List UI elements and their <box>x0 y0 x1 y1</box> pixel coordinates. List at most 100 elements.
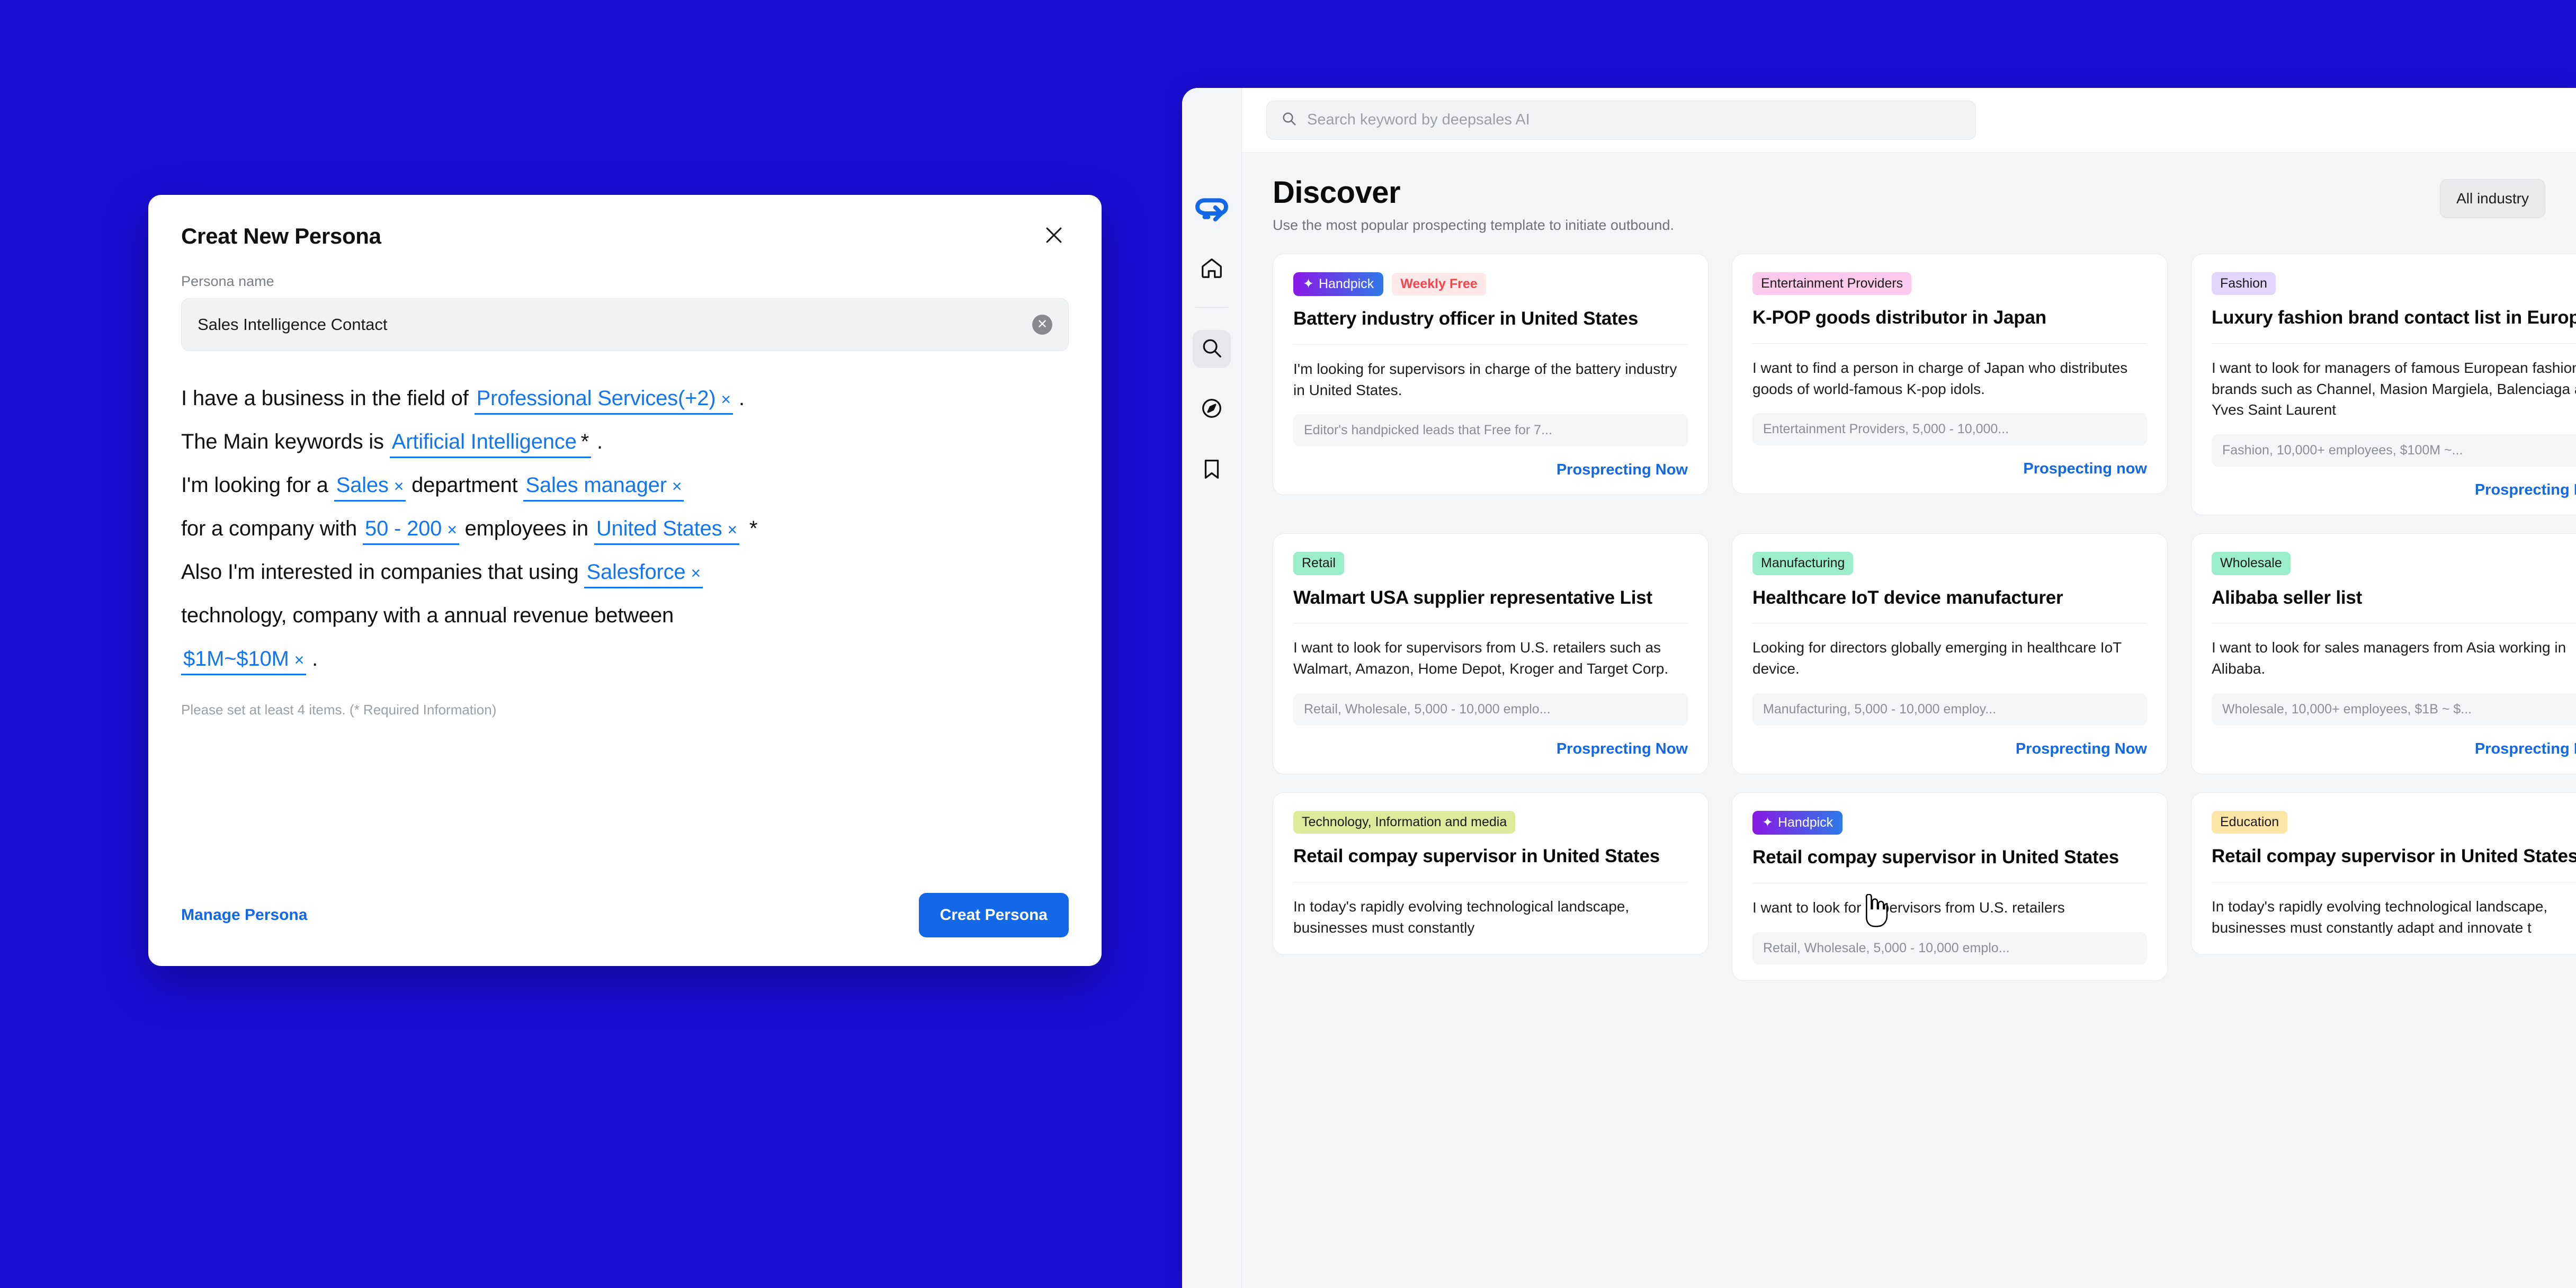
token-remove-icon[interactable]: × <box>672 477 682 496</box>
token-job-title[interactable]: Sales manager × <box>523 473 684 502</box>
token-department[interactable]: Sales × <box>334 473 406 502</box>
top-bar <box>1242 88 2576 153</box>
card-title: Retail compay supervisor in United State… <box>1293 846 1660 867</box>
template-card[interactable]: Fashion Luxury fashion brand contact list… <box>2191 253 2576 516</box>
token-label: 50 - 200 <box>365 517 442 540</box>
prospecting-now-link[interactable]: Prosprecting Now <box>1293 740 1688 758</box>
token-remove-icon[interactable]: × <box>294 650 305 669</box>
manage-persona-link[interactable]: Manage Persona <box>181 906 307 924</box>
sentence-text: employees in <box>464 517 588 540</box>
template-card[interactable]: Wholesale Alibaba seller list I want to lo… <box>2191 533 2576 774</box>
token-remove-icon[interactable]: × <box>727 520 737 539</box>
token-revenue[interactable]: $1M~$10M × <box>181 647 307 675</box>
badge-weekly: Weekly Free <box>1392 272 1486 296</box>
card-title: K-POP goods distributor in Japan <box>1752 307 2046 328</box>
template-card[interactable]: ✦ Handpick Retail compay supervisor in Uni… <box>1732 792 2168 981</box>
badge-handpick: ✦ Handpick <box>1293 272 1384 297</box>
badge-label: Handpick <box>1777 815 1833 830</box>
card-title: Alibaba seller list <box>2212 587 2363 608</box>
token-remove-icon[interactable]: × <box>447 520 457 539</box>
token-remove-icon[interactable]: × <box>691 564 701 583</box>
search-bar[interactable] <box>1266 100 1976 140</box>
card-description: I want to look for supervisors from U.S.… <box>1752 899 2065 916</box>
template-card[interactable]: Education Retail compay supervisor in Uni… <box>2191 792 2576 955</box>
template-card[interactable]: Technology, Information and media Retail … <box>1273 792 1709 955</box>
sentence-period: . <box>312 647 318 670</box>
card-meta: Editor's handpicked leads that Free for … <box>1293 414 1688 447</box>
card-meta: Retail, Wholesale, 5,000 - 10,000 emplo.… <box>1752 932 2147 964</box>
clear-circle-icon[interactable]: ✕ <box>1032 315 1052 335</box>
sparkle-icon: ✦ <box>1762 815 1773 830</box>
sentence-text: Also I'm interested in companies that us… <box>181 560 579 584</box>
sentence-line-2: The Main keywords is Artificial Intellig… <box>181 420 1069 463</box>
prospecting-now-link[interactable]: Prosprecting Now <box>1293 461 1688 479</box>
sentence-line-6: technology, company with a annual revenu… <box>181 594 1069 637</box>
card-title: Battery industry officer in United State… <box>1293 308 1639 329</box>
token-label: United States <box>596 517 722 540</box>
search-input[interactable] <box>1307 111 1962 129</box>
token-label: Salesforce <box>586 560 686 584</box>
sentence-line-7: $1M~$10M × . <box>181 637 1069 681</box>
sentence-text: I'm looking for a <box>181 473 328 497</box>
close-icon[interactable] <box>1039 220 1069 250</box>
modal-footer: Manage Persona Creat Persona <box>181 893 1069 966</box>
card-title: Retail compay supervisor in United State… <box>1752 847 2119 868</box>
compass-icon <box>1200 396 1224 423</box>
prospecting-now-link[interactable]: Prosprecting Now <box>2212 740 2576 758</box>
card-title: Luxury fashion brand contact list in Eur… <box>2212 307 2576 328</box>
industry-filter-button[interactable]: All industry <box>2440 179 2545 218</box>
create-persona-modal: Creat New Persona Persona name ✕ I have … <box>148 195 1102 966</box>
card-description: In today's rapidly evolving technologica… <box>1293 898 1630 936</box>
card-meta: Manufacturing, 5,000 - 10,000 employ... <box>1752 693 2147 726</box>
sentence-line-5: Also I'm interested in companies that us… <box>181 550 1069 594</box>
badge-entertainment: Entertainment Providers <box>1752 272 1912 296</box>
card-badges: ✦ Handpick Weekly Free <box>1293 272 1688 297</box>
token-label: $1M~$10M <box>183 647 289 670</box>
prospecting-now-link[interactable]: Prosprecting Now <box>2212 481 2576 499</box>
persona-name-field[interactable]: ✕ <box>181 298 1069 351</box>
template-card[interactable]: ✦ Handpick Weekly Free Battery industry off… <box>1273 253 1709 496</box>
card-divider <box>1293 344 1688 345</box>
page-title: Discover <box>1273 175 1401 210</box>
sidebar-divider <box>1195 307 1228 308</box>
token-location[interactable]: United States × <box>594 517 739 545</box>
template-card[interactable]: Entertainment Providers K-POP goods distr… <box>1732 253 2168 495</box>
card-badges: Retail <box>1293 552 1688 575</box>
card-title: Retail compay supervisor in United State… <box>2212 846 2576 867</box>
card-badges: Wholesale <box>2212 552 2576 575</box>
sidebar-item-discover[interactable] <box>1193 390 1231 428</box>
prospecting-now-link[interactable]: Prospecting now <box>1752 460 2147 478</box>
sidebar-item-saved[interactable] <box>1193 451 1231 489</box>
token-industry[interactable]: Professional Services(+2) × <box>474 387 733 415</box>
create-persona-button[interactable]: Creat Persona <box>918 893 1069 937</box>
badge-fashion: Fashion <box>2212 272 2276 296</box>
token-remove-icon[interactable]: × <box>394 477 404 496</box>
search-icon <box>1200 336 1224 363</box>
sentence-line-1: I have a business in the field of Profes… <box>181 377 1069 420</box>
persona-sentence-builder: I have a business in the field of Profes… <box>181 377 1069 681</box>
card-title: Walmart USA supplier representative List <box>1293 587 1652 608</box>
prospecting-now-link[interactable]: Prosprecting Now <box>1752 740 2147 758</box>
badge-retail: Retail <box>1293 552 1344 575</box>
sidebar-item-home[interactable] <box>1193 250 1231 288</box>
page-subtitle: Use the most popular prospecting templat… <box>1273 217 1674 233</box>
token-employee-count[interactable]: 50 - 200 × <box>363 517 459 545</box>
token-remove-icon[interactable]: × <box>721 390 731 409</box>
required-marker: * <box>749 517 758 540</box>
persona-name-input[interactable] <box>198 315 1024 334</box>
deepsales-cloud-logo <box>1193 190 1231 228</box>
card-description: I want to look for sales managers from A… <box>2212 639 2566 677</box>
card-badges: Manufacturing <box>1752 552 2147 575</box>
sentence-line-4: for a company with 50 - 200 × employees i… <box>181 507 1069 550</box>
template-card[interactable]: Manufacturing Healthcare IoT device manuf… <box>1732 533 2168 774</box>
card-description: I want to find a person in charge of Jap… <box>1752 359 2128 397</box>
sidebar-item-search[interactable] <box>1193 330 1231 368</box>
badge-label: Handpick <box>1318 276 1374 291</box>
token-technology[interactable]: Salesforce × <box>584 560 703 588</box>
template-card[interactable]: Retail Walmart USA supplier representativ… <box>1273 533 1709 774</box>
sidebar <box>1182 88 1242 1288</box>
token-keyword[interactable]: Artificial Intelligence * <box>389 430 592 458</box>
card-badges: Technology, Information and media <box>1293 810 1688 834</box>
sparkle-icon: ✦ <box>1303 276 1314 292</box>
template-card-grid: ✦ Handpick Weekly Free Battery industry off… <box>1242 253 2576 981</box>
